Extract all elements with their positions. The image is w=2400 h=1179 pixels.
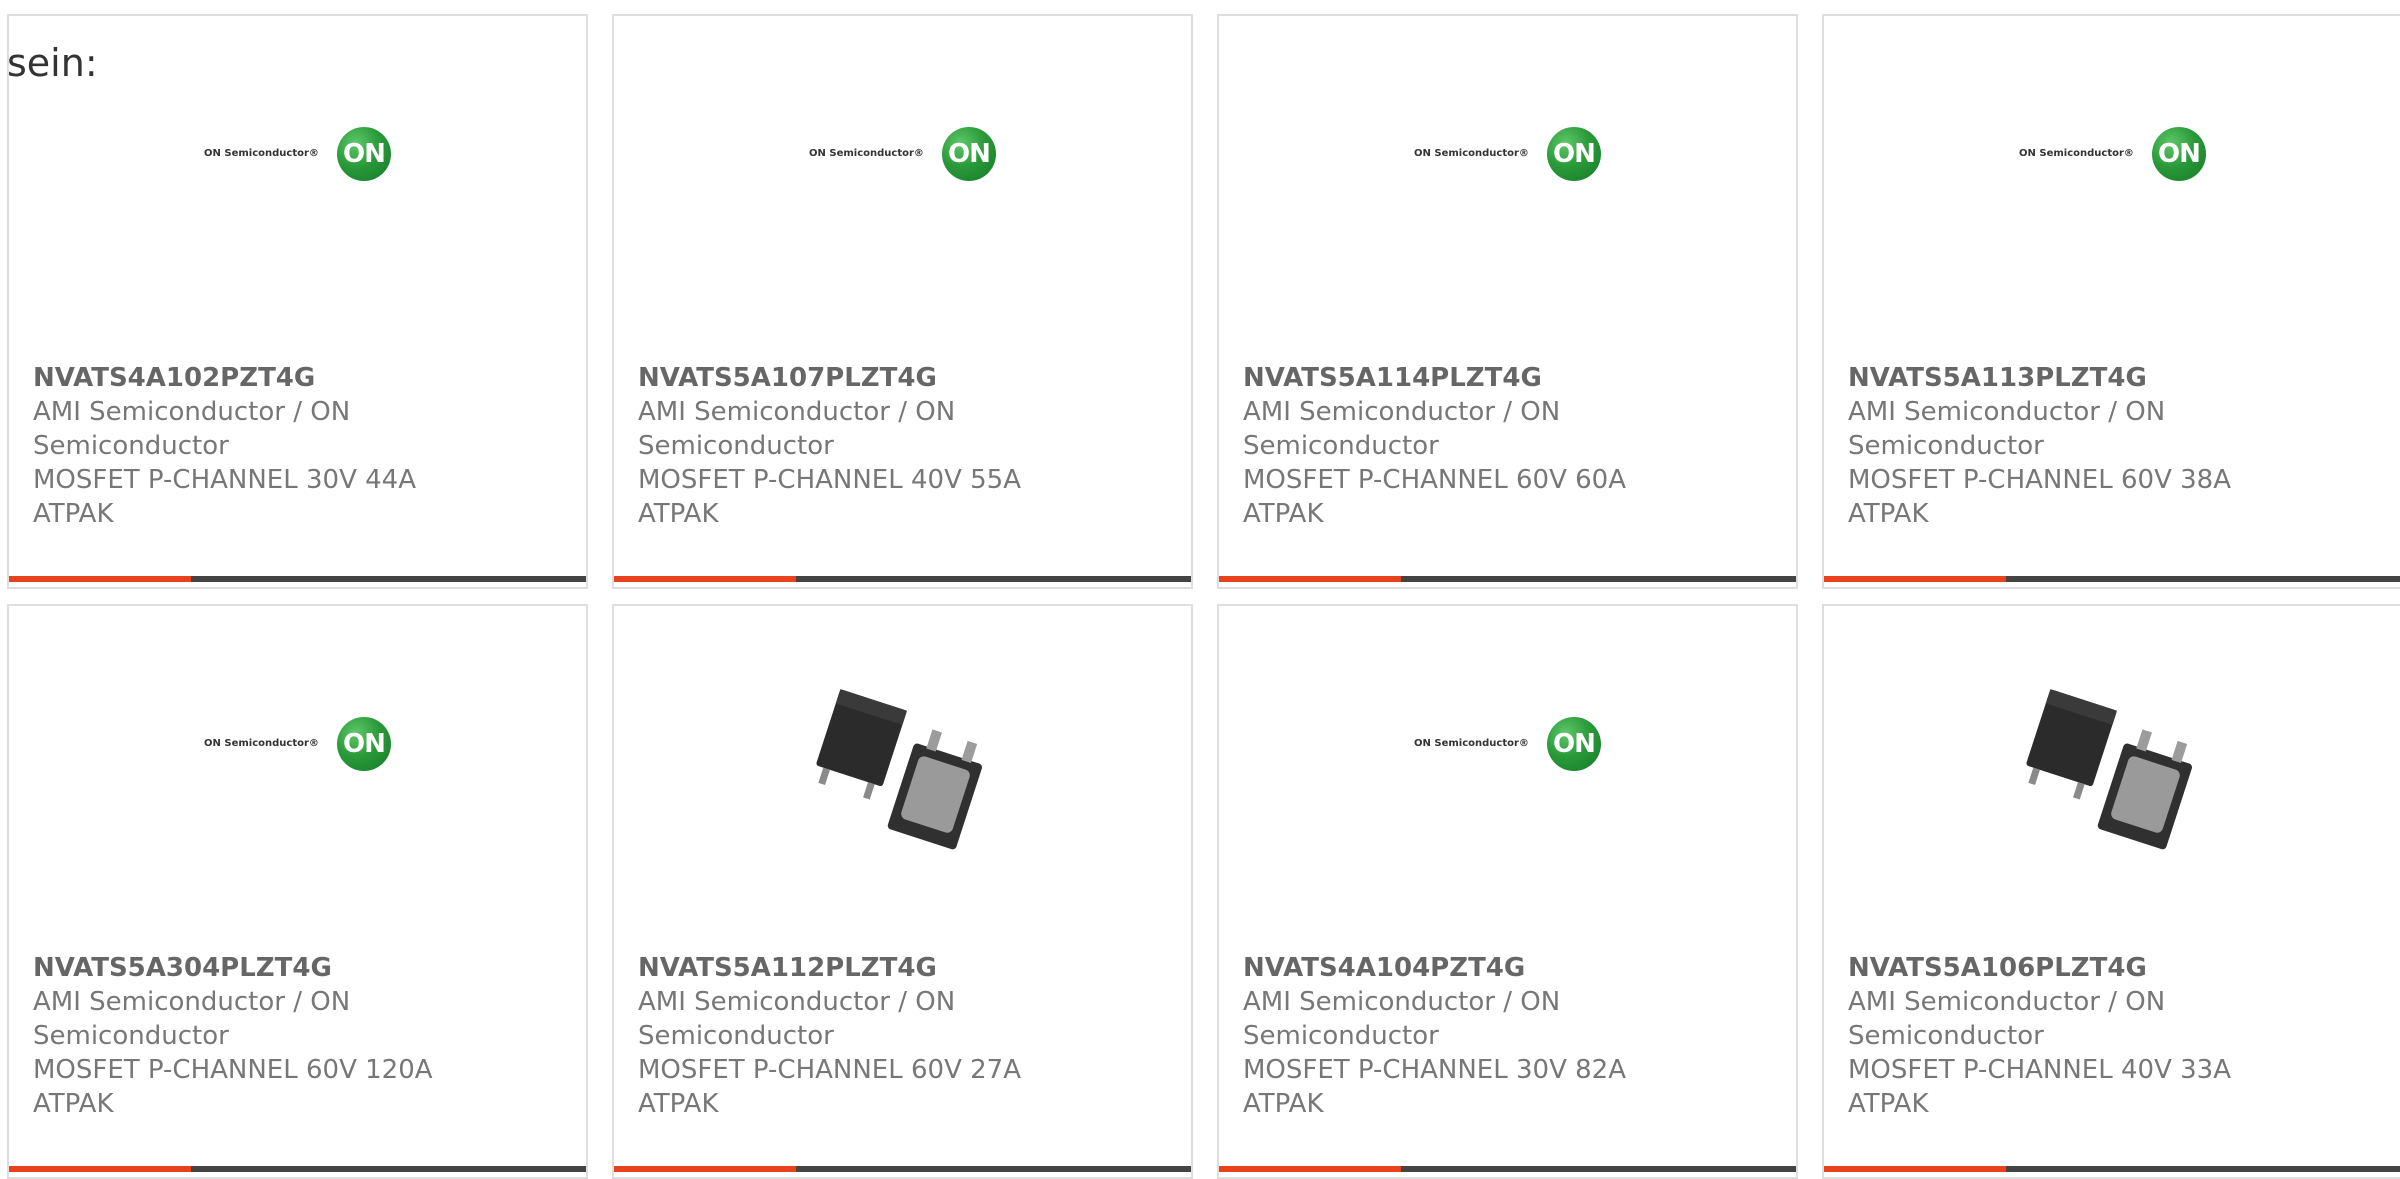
card-divider-bar: [614, 576, 1191, 582]
on-semiconductor-logo: ON Semiconductor® ON: [204, 716, 391, 771]
accent-stripe: [614, 1166, 796, 1172]
part-number-link[interactable]: NVATS5A304PLZT4G: [33, 951, 566, 985]
card-divider-bar: [614, 1166, 1191, 1172]
product-description: MOSFET P-CHANNEL 40V 55A ATPAK: [638, 465, 1021, 529]
product-image[interactable]: ON Semiconductor® ON: [1219, 16, 1796, 351]
product-card[interactable]: ON Semiconductor® ON NVATS5A113PLZT4G AMI…: [1822, 14, 2400, 589]
atpak-package-image: [803, 688, 1003, 859]
logo-mark-text: ON: [343, 728, 386, 759]
on-semiconductor-logo: ON Semiconductor® ON: [809, 126, 996, 181]
product-card[interactable]: ON Semiconductor® ON NVATS5A304PLZT4G AMI…: [7, 604, 588, 1179]
card-divider-bar: [1219, 1166, 1796, 1172]
atpak-package-image: [2013, 688, 2213, 859]
product-image[interactable]: [614, 606, 1191, 941]
product-description: MOSFET P-CHANNEL 60V 120A ATPAK: [33, 1055, 433, 1119]
logo-brand-text: ON Semiconductor®: [1414, 738, 1529, 749]
accent-stripe: [1824, 1166, 2006, 1172]
intro-text: sein:: [7, 41, 98, 85]
logo-mark-text: ON: [1553, 728, 1596, 759]
manufacturer-name: AMI Semiconductor / ON Semiconductor: [1848, 397, 2166, 461]
logo-brand-text: ON Semiconductor®: [204, 738, 319, 749]
manufacturer-name: AMI Semiconductor / ON Semiconductor: [1848, 987, 2166, 1051]
manufacturer-name: AMI Semiconductor / ON Semiconductor: [638, 987, 956, 1051]
product-card[interactable]: ON Semiconductor® ON NVATS4A104PZT4G AMI …: [1217, 604, 1798, 1179]
on-logo-icon: ON: [336, 716, 391, 771]
product-description: MOSFET P-CHANNEL 60V 27A ATPAK: [638, 1055, 1021, 1119]
logo-mark-text: ON: [1553, 138, 1596, 169]
part-number-link[interactable]: NVATS5A113PLZT4G: [1848, 361, 2381, 395]
product-image[interactable]: [1824, 606, 2400, 941]
product-info: NVATS5A113PLZT4G AMI Semiconductor / ON S…: [1848, 361, 2381, 531]
logo-brand-text: ON Semiconductor®: [204, 148, 319, 159]
product-card[interactable]: ON Semiconductor® ON NVATS5A107PLZT4G AMI…: [612, 14, 1193, 589]
product-image[interactable]: ON Semiconductor® ON: [1824, 16, 2400, 351]
product-description: MOSFET P-CHANNEL 60V 38A ATPAK: [1848, 465, 2231, 529]
product-card[interactable]: ON Semiconductor® ON NVATS4A102PZT4G AMI …: [7, 14, 588, 589]
manufacturer-name: AMI Semiconductor / ON Semiconductor: [638, 397, 956, 461]
part-number-link[interactable]: NVATS5A112PLZT4G: [638, 951, 1171, 985]
on-semiconductor-logo: ON Semiconductor® ON: [2019, 126, 2206, 181]
card-divider-bar: [9, 1166, 586, 1172]
on-logo-icon: ON: [2151, 126, 2206, 181]
product-image[interactable]: ON Semiconductor® ON: [9, 606, 586, 941]
logo-brand-text: ON Semiconductor®: [1414, 148, 1529, 159]
product-description: MOSFET P-CHANNEL 30V 82A ATPAK: [1243, 1055, 1626, 1119]
product-description: MOSFET P-CHANNEL 40V 33A ATPAK: [1848, 1055, 2231, 1119]
product-card[interactable]: ON Semiconductor® ON NVATS5A114PLZT4G AMI…: [1217, 14, 1798, 589]
accent-stripe: [614, 576, 796, 582]
part-number-link[interactable]: NVATS5A107PLZT4G: [638, 361, 1171, 395]
card-divider-bar: [1824, 1166, 2400, 1172]
product-info: NVATS4A102PZT4G AMI Semiconductor / ON Se…: [33, 361, 566, 531]
product-info: NVATS5A304PLZT4G AMI Semiconductor / ON S…: [33, 951, 566, 1121]
product-info: NVATS5A107PLZT4G AMI Semiconductor / ON S…: [638, 361, 1171, 531]
product-info: NVATS5A112PLZT4G AMI Semiconductor / ON S…: [638, 951, 1171, 1121]
product-description: MOSFET P-CHANNEL 30V 44A ATPAK: [33, 465, 416, 529]
logo-brand-text: ON Semiconductor®: [2019, 148, 2134, 159]
on-logo-icon: ON: [336, 126, 391, 181]
card-divider-bar: [1219, 576, 1796, 582]
logo-mark-text: ON: [343, 138, 386, 169]
logo-mark-text: ON: [2158, 138, 2201, 169]
product-info: NVATS4A104PZT4G AMI Semiconductor / ON Se…: [1243, 951, 1776, 1121]
on-logo-icon: ON: [1546, 126, 1601, 181]
on-semiconductor-logo: ON Semiconductor® ON: [1414, 126, 1601, 181]
on-logo-icon: ON: [941, 126, 996, 181]
product-image[interactable]: ON Semiconductor® ON: [614, 16, 1191, 351]
accent-stripe: [1824, 576, 2006, 582]
part-number-link[interactable]: NVATS4A104PZT4G: [1243, 951, 1776, 985]
card-divider-bar: [9, 576, 586, 582]
accent-stripe: [9, 576, 191, 582]
manufacturer-name: AMI Semiconductor / ON Semiconductor: [33, 397, 351, 461]
manufacturer-name: AMI Semiconductor / ON Semiconductor: [1243, 397, 1561, 461]
accent-stripe: [9, 1166, 191, 1172]
product-description: MOSFET P-CHANNEL 60V 60A ATPAK: [1243, 465, 1626, 529]
product-card[interactable]: NVATS5A112PLZT4G AMI Semiconductor / ON S…: [612, 604, 1193, 1179]
product-info: NVATS5A114PLZT4G AMI Semiconductor / ON S…: [1243, 361, 1776, 531]
part-number-link[interactable]: NVATS5A106PLZT4G: [1848, 951, 2381, 985]
logo-mark-text: ON: [948, 138, 991, 169]
on-semiconductor-logo: ON Semiconductor® ON: [204, 126, 391, 181]
manufacturer-name: AMI Semiconductor / ON Semiconductor: [33, 987, 351, 1051]
part-number-link[interactable]: NVATS4A102PZT4G: [33, 361, 566, 395]
accent-stripe: [1219, 1166, 1401, 1172]
on-logo-icon: ON: [1546, 716, 1601, 771]
on-semiconductor-logo: ON Semiconductor® ON: [1414, 716, 1601, 771]
accent-stripe: [1219, 576, 1401, 582]
product-info: NVATS5A106PLZT4G AMI Semiconductor / ON S…: [1848, 951, 2381, 1121]
manufacturer-name: AMI Semiconductor / ON Semiconductor: [1243, 987, 1561, 1051]
product-card[interactable]: NVATS5A106PLZT4G AMI Semiconductor / ON S…: [1822, 604, 2400, 1179]
logo-brand-text: ON Semiconductor®: [809, 148, 924, 159]
part-number-link[interactable]: NVATS5A114PLZT4G: [1243, 361, 1776, 395]
product-image[interactable]: ON Semiconductor® ON: [1219, 606, 1796, 941]
card-divider-bar: [1824, 576, 2400, 582]
